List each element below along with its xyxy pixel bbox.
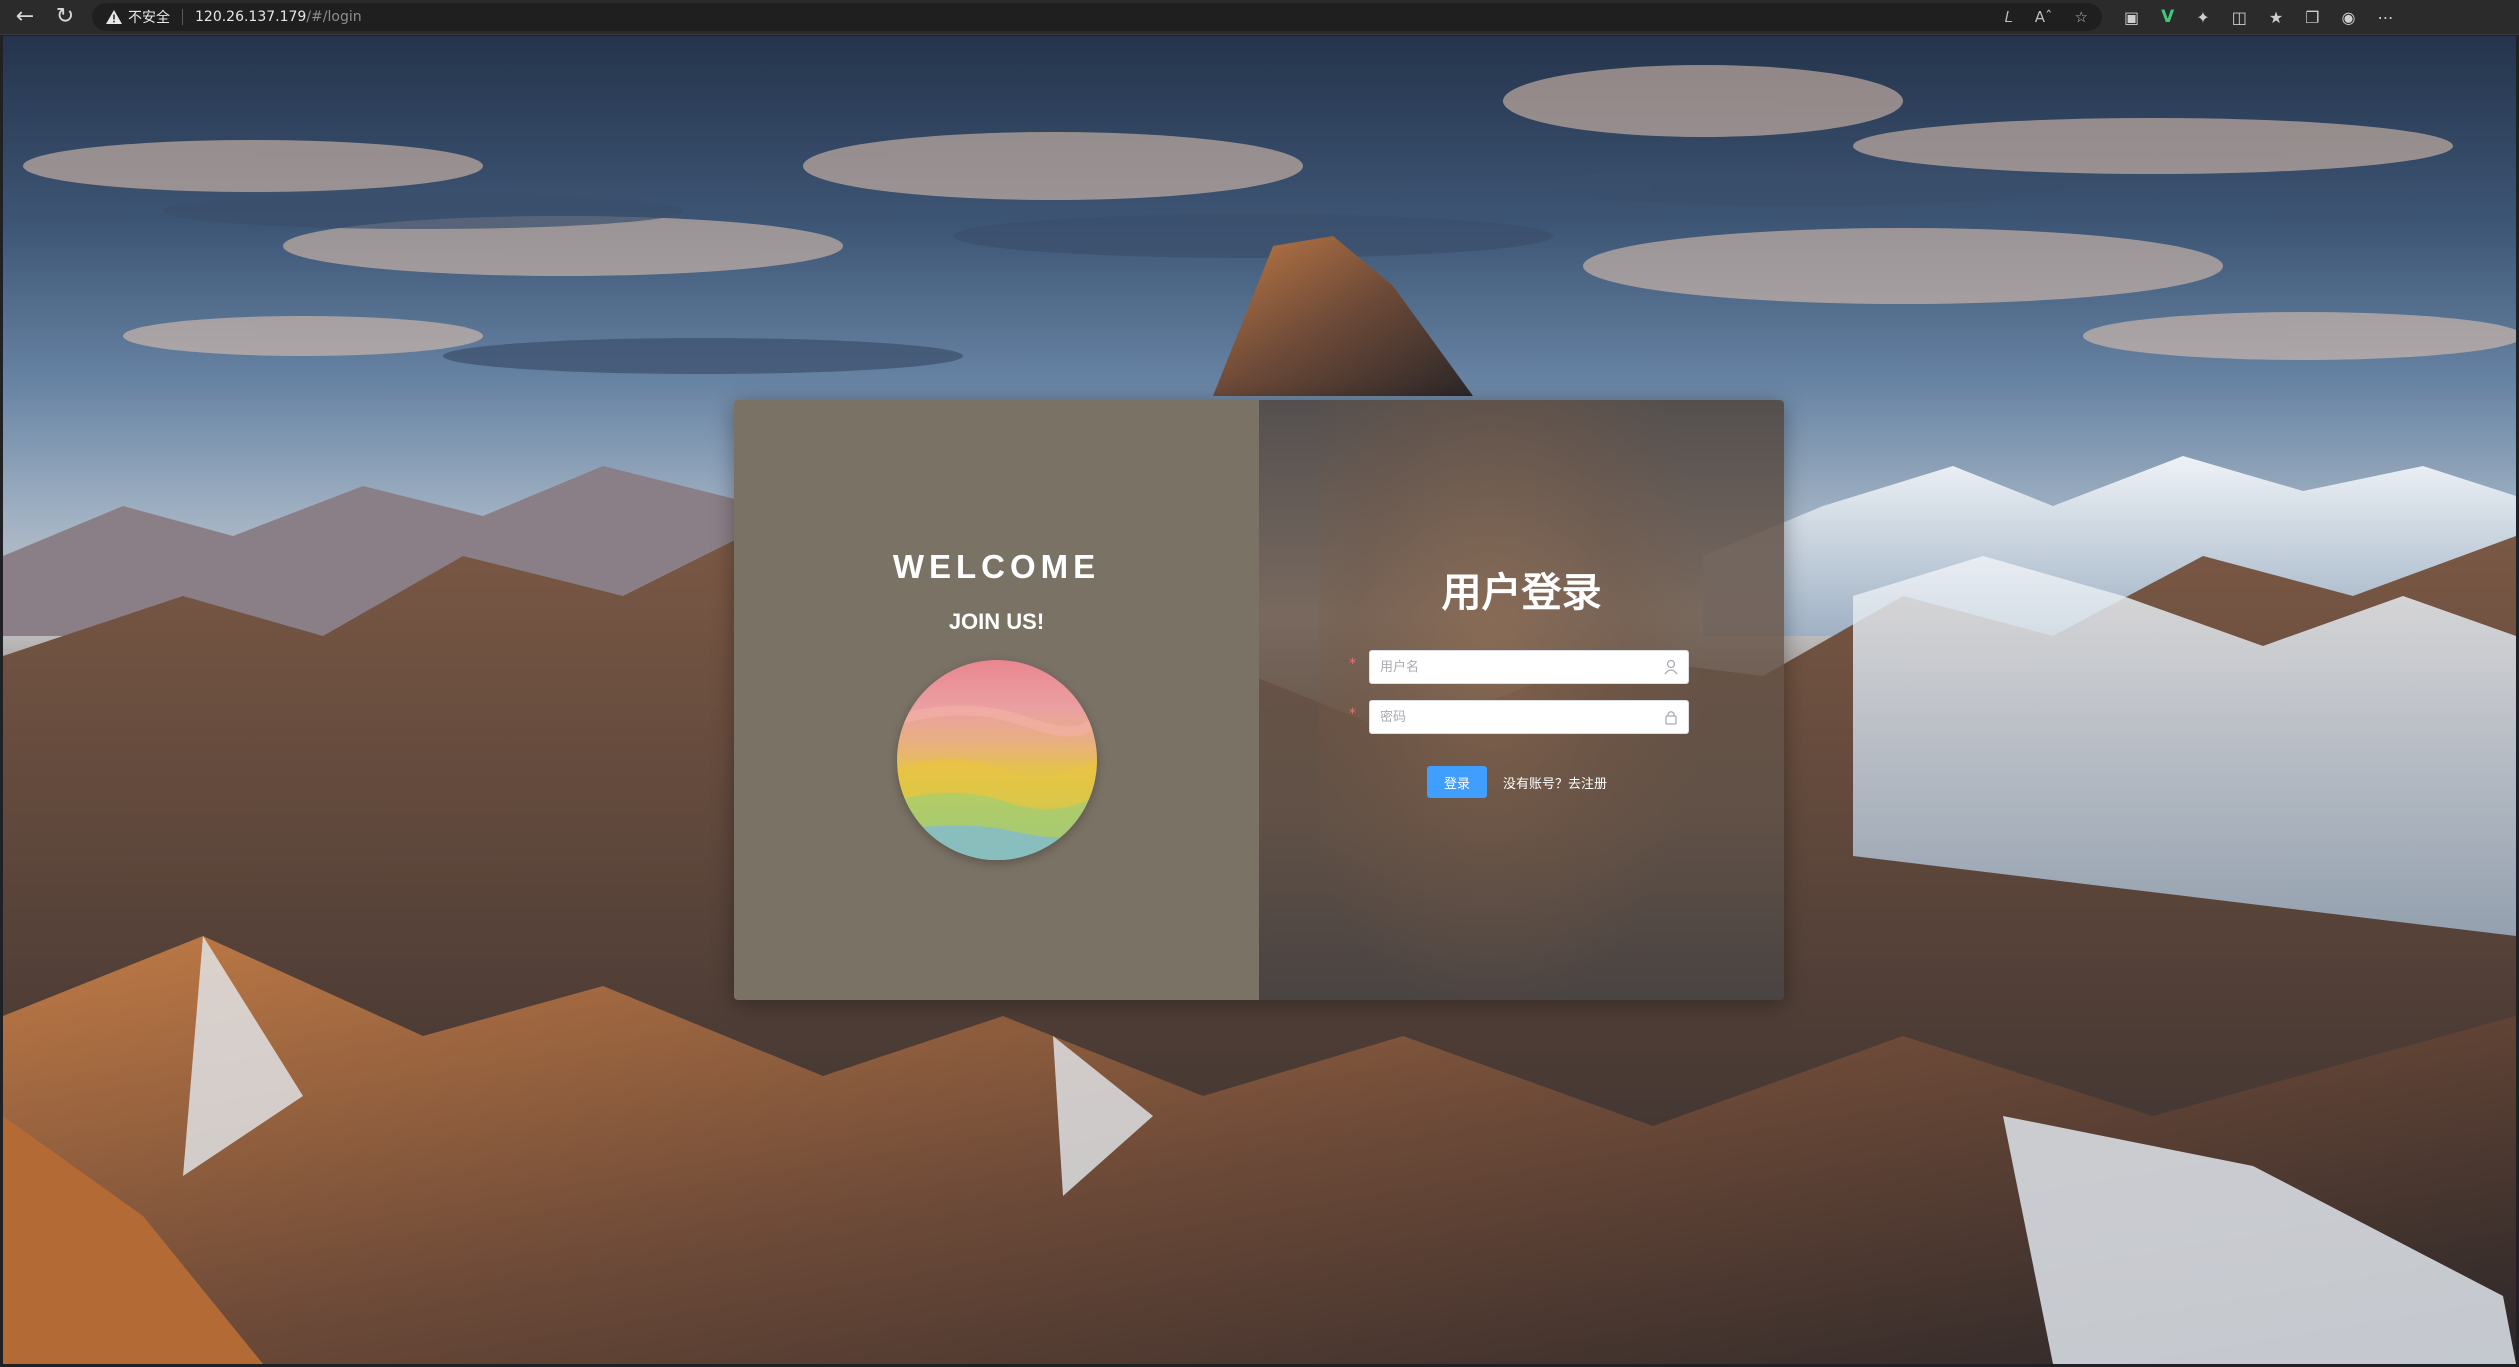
favorite-star-icon[interactable]: ☆ bbox=[2075, 8, 2088, 26]
welcome-heading: WELCOME bbox=[892, 548, 1101, 585]
username-input[interactable] bbox=[1370, 651, 1670, 683]
back-icon[interactable]: ← bbox=[10, 2, 40, 32]
address-divider bbox=[182, 9, 183, 25]
extensions-icon[interactable]: ✦ bbox=[2196, 8, 2209, 27]
url-host: 120.26.137.179 bbox=[195, 9, 307, 25]
reload-icon[interactable]: ↻ bbox=[50, 2, 80, 32]
password-input[interactable] bbox=[1370, 701, 1670, 733]
form-actions: 登录 没有账号？去注册 bbox=[1427, 766, 1607, 798]
vue-devtools-icon[interactable]: V bbox=[2161, 7, 2174, 27]
text-size-icon[interactable]: Aˆ bbox=[2035, 8, 2053, 26]
watercolor-logo-image bbox=[897, 660, 1097, 860]
required-mark: * bbox=[1349, 656, 1356, 672]
read-aloud-icon[interactable]: 𝐿 bbox=[2004, 8, 2012, 26]
password-field[interactable] bbox=[1369, 700, 1689, 734]
username-field[interactable] bbox=[1369, 650, 1689, 684]
username-row: * bbox=[1349, 650, 1689, 684]
register-link[interactable]: 没有账号？去注册 bbox=[1503, 773, 1607, 792]
login-title: 用户登录 bbox=[1441, 570, 1602, 616]
security-indicator[interactable]: 不安全 bbox=[106, 7, 170, 27]
address-bar[interactable]: 不安全 120.26.137.179/#/login 𝐿 Aˆ ☆ bbox=[92, 3, 2102, 31]
split-screen-icon[interactable]: ◫ bbox=[2232, 8, 2247, 27]
join-subheading: JOIN US! bbox=[948, 609, 1045, 634]
login-card: WELCOME JOIN US! 用户登录 * 用户名 * 登录 没有账号？去注… bbox=[734, 400, 1784, 1000]
password-row: * bbox=[1349, 700, 1689, 734]
required-mark: * bbox=[1349, 706, 1356, 722]
login-button[interactable]: 登录 bbox=[1427, 766, 1487, 798]
browser-toolbar: ← ↻ 不安全 120.26.137.179/#/login 𝐿 Aˆ ☆ ▣ … bbox=[0, 0, 2519, 35]
warning-icon bbox=[106, 10, 122, 24]
copilot-icon[interactable]: ◉ bbox=[2342, 8, 2356, 27]
lock-icon bbox=[1665, 711, 1677, 725]
welcome-panel: WELCOME JOIN US! bbox=[734, 400, 1259, 1000]
collections-icon[interactable]: ❐ bbox=[2305, 8, 2319, 27]
user-icon bbox=[1664, 659, 1678, 675]
screenshot-icon[interactable]: ▣ bbox=[2124, 8, 2139, 27]
more-icon[interactable]: ⋯ bbox=[2377, 8, 2393, 27]
security-label: 不安全 bbox=[128, 10, 170, 26]
favorites-icon[interactable]: ★ bbox=[2269, 8, 2283, 27]
url-path: /#/login bbox=[306, 9, 362, 25]
login-form-panel: 用户登录 * * 登录 没有账号？去注册 bbox=[1259, 400, 1784, 1000]
